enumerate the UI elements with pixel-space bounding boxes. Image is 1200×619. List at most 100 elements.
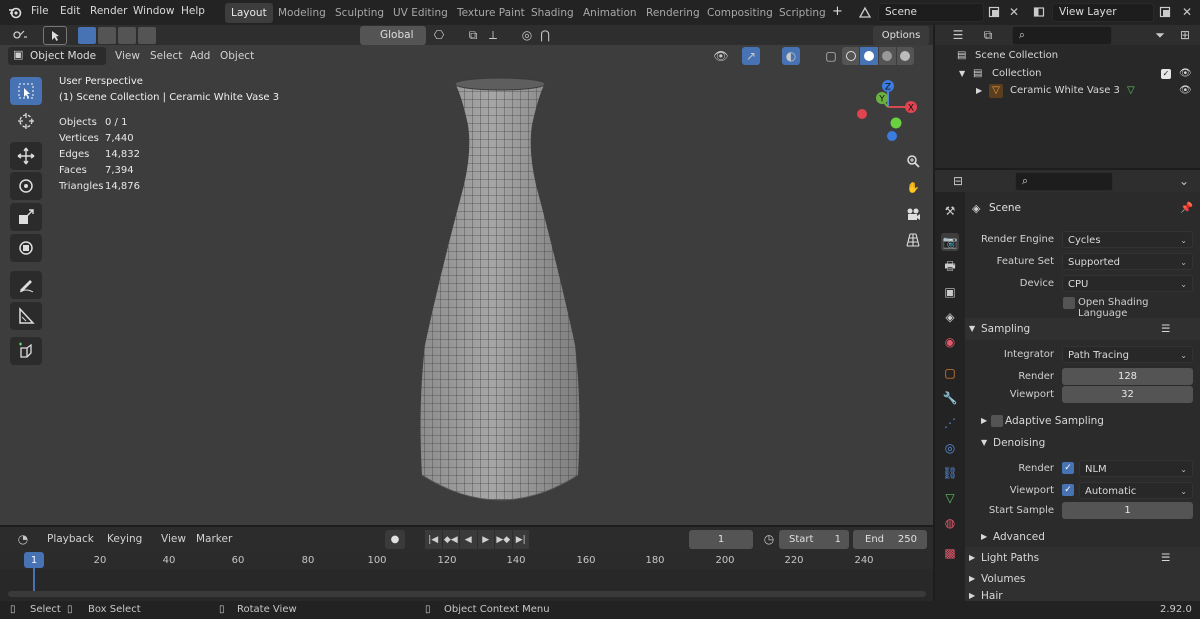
outliner-search-field[interactable]: ⌕ bbox=[1012, 26, 1112, 45]
overlay-toggle-icon[interactable]: ◐ bbox=[782, 47, 800, 65]
scene-name-field[interactable]: Scene bbox=[878, 3, 984, 22]
end-frame-field[interactable]: End 250 bbox=[853, 530, 927, 549]
outliner-row-collection[interactable]: ▼ ▤ Collection ✓ 👁 bbox=[935, 65, 1200, 83]
object-tab-icon[interactable]: ▢ bbox=[941, 364, 959, 382]
annotate-tool[interactable] bbox=[10, 271, 42, 299]
falloff-icon[interactable]: ⋂ bbox=[536, 26, 554, 44]
render-tab-icon[interactable]: 📷 bbox=[941, 233, 959, 251]
scale-tool[interactable] bbox=[10, 203, 42, 231]
timeline-editor-type-icon[interactable]: ◔ bbox=[10, 530, 36, 548]
rotate-tool[interactable] bbox=[10, 172, 42, 200]
denoise-viewport-checkbox[interactable]: ✓ bbox=[1062, 484, 1074, 496]
select-new-icon[interactable] bbox=[78, 27, 96, 44]
timeline-menu-marker[interactable]: Marker bbox=[196, 533, 232, 545]
device-dropdown[interactable]: CPU ⌄ bbox=[1062, 275, 1193, 292]
modifier-tab-icon[interactable]: 🔧 bbox=[941, 389, 959, 407]
view-layer-field[interactable]: View Layer bbox=[1052, 3, 1154, 22]
viewport-samples-field[interactable]: 32 bbox=[1062, 386, 1193, 403]
tab-animation[interactable]: Animation bbox=[577, 3, 643, 23]
jump-start-icon[interactable]: |◀ bbox=[425, 530, 442, 549]
expand-collection-icon[interactable]: ▼ bbox=[959, 65, 965, 83]
expand-object-icon[interactable]: ▶ bbox=[976, 82, 982, 100]
hair-panel-header[interactable]: ▶ Hair bbox=[965, 589, 1200, 601]
pin-icon[interactable]: 📌 bbox=[1180, 201, 1193, 214]
sampling-presets-icon[interactable]: ☰ bbox=[1161, 318, 1170, 340]
vase-mesh[interactable] bbox=[400, 75, 600, 515]
menu-render[interactable]: Render bbox=[90, 5, 127, 17]
options-dropdown[interactable]: Options bbox=[873, 26, 929, 45]
visibility-icon[interactable]: 👁 bbox=[712, 47, 730, 65]
editor-type-icon[interactable] bbox=[8, 26, 34, 44]
viewport-menu-select[interactable]: Select bbox=[150, 50, 182, 62]
tab-shading[interactable]: Shading bbox=[525, 3, 580, 23]
view-layer-icon[interactable] bbox=[1030, 3, 1048, 21]
outliner-editor-type-icon[interactable]: ☰ bbox=[945, 26, 971, 44]
play-reverse-icon[interactable]: ◀ bbox=[460, 530, 477, 549]
adaptive-sampling-panel-header[interactable]: ▶ Adaptive Sampling bbox=[965, 410, 1200, 432]
rendered-shading-icon[interactable] bbox=[896, 47, 914, 65]
material-tab-icon[interactable]: ◍ bbox=[941, 514, 959, 532]
adaptive-sampling-checkbox[interactable] bbox=[991, 415, 1003, 427]
timeline-menu-view[interactable]: View bbox=[161, 533, 186, 545]
start-frame-field[interactable]: Start 1 bbox=[779, 530, 849, 549]
pan-hand-icon[interactable]: ✋ bbox=[902, 176, 924, 198]
world-tab-icon[interactable]: ◉ bbox=[941, 333, 959, 351]
play-icon[interactable]: ▶ bbox=[477, 530, 494, 549]
tab-rendering[interactable]: Rendering bbox=[640, 3, 706, 23]
new-collection-icon[interactable]: ⊞ bbox=[1176, 26, 1194, 44]
add-workspace-button[interactable]: + bbox=[832, 4, 843, 19]
select-invert-icon[interactable] bbox=[138, 27, 156, 44]
jump-end-icon[interactable]: ▶| bbox=[512, 530, 529, 549]
osl-checkbox[interactable] bbox=[1063, 297, 1075, 309]
render-samples-field[interactable]: 128 bbox=[1062, 368, 1193, 385]
zoom-icon[interactable] bbox=[902, 150, 924, 172]
tab-compositing[interactable]: Compositing bbox=[701, 3, 779, 23]
timeline-area[interactable]: 1 20 40 60 80 100 120 140 160 180 200 22… bbox=[0, 551, 933, 601]
tab-uv-editing[interactable]: UV Editing bbox=[387, 3, 454, 23]
texture-tab-icon[interactable]: ▩ bbox=[941, 544, 959, 562]
advanced-panel-header[interactable]: ▶ Advanced bbox=[965, 526, 1200, 548]
move-tool[interactable] bbox=[10, 142, 42, 170]
transform-orientation-dropdown[interactable]: Global bbox=[360, 26, 426, 45]
blender-logo-icon[interactable] bbox=[6, 3, 24, 21]
physics-tab-icon[interactable]: ◎ bbox=[941, 439, 959, 457]
object-visibility-eye-icon[interactable]: 👁 bbox=[1179, 82, 1192, 100]
measure-tool[interactable] bbox=[10, 302, 42, 330]
collection-exclude-checkbox[interactable]: ✓ bbox=[1161, 69, 1171, 79]
object-mode-dropdown[interactable]: Object Mode ▣ bbox=[8, 47, 106, 65]
constraints-tab-icon[interactable]: ⛓ bbox=[941, 464, 959, 482]
filter-icon[interactable]: ⏷ bbox=[1148, 26, 1172, 44]
collection-visibility-eye-icon[interactable]: 👁 bbox=[1179, 65, 1192, 83]
cursor-tool[interactable] bbox=[10, 107, 42, 135]
new-scene-icon[interactable] bbox=[985, 3, 1003, 21]
xray-icon[interactable]: ▢ bbox=[822, 47, 840, 65]
data-tab-icon[interactable]: ▽ bbox=[941, 489, 959, 507]
tool-tab-icon[interactable]: ⚒ bbox=[941, 202, 959, 220]
viewport-menu-view[interactable]: View bbox=[115, 50, 140, 62]
render-engine-dropdown[interactable]: Cycles ⌄ bbox=[1062, 231, 1193, 248]
denoise-viewport-dropdown[interactable]: Automatic ⌄ bbox=[1079, 482, 1193, 499]
view-layer-tab-icon[interactable]: ▣ bbox=[941, 283, 959, 301]
sampling-panel-header[interactable]: ▼ Sampling ☰ bbox=[965, 318, 1200, 340]
menu-edit[interactable]: Edit bbox=[60, 5, 80, 17]
snap-target-icon[interactable]: ⟂ bbox=[484, 26, 502, 44]
outliner-row-object[interactable]: ▶ ▽ Ceramic White Vase 3 ▽ 👁 bbox=[935, 82, 1200, 100]
integrator-dropdown[interactable]: Path Tracing ⌄ bbox=[1062, 346, 1193, 363]
transform-tool[interactable] bbox=[10, 234, 42, 262]
outliner-row-scene-collection[interactable]: ▤ Scene Collection bbox=[935, 47, 1200, 65]
camera-view-icon[interactable] bbox=[902, 203, 924, 225]
denoise-render-checkbox[interactable]: ✓ bbox=[1062, 462, 1074, 474]
select-tool[interactable] bbox=[10, 77, 42, 105]
solid-shading-icon[interactable] bbox=[860, 47, 878, 65]
light-paths-panel-header[interactable]: ▶ Light Paths ☰ bbox=[965, 547, 1200, 569]
denoise-render-dropdown[interactable]: NLM ⌄ bbox=[1079, 460, 1193, 477]
delete-view-layer-icon[interactable]: ✕ bbox=[1178, 3, 1196, 21]
menu-help[interactable]: Help bbox=[181, 5, 205, 17]
select-subtract-icon[interactable] bbox=[118, 27, 136, 44]
select-mode-button[interactable] bbox=[43, 26, 67, 45]
delete-scene-icon[interactable]: ✕ bbox=[1005, 3, 1023, 21]
3d-viewport[interactable]: Object Mode ▣ View Select Add Object 👁 ↗… bbox=[0, 45, 933, 525]
tab-scripting[interactable]: Scripting bbox=[773, 3, 832, 23]
output-tab-icon[interactable]: 🖶 bbox=[941, 258, 959, 276]
snap-icon[interactable]: ⧉ bbox=[464, 26, 482, 44]
